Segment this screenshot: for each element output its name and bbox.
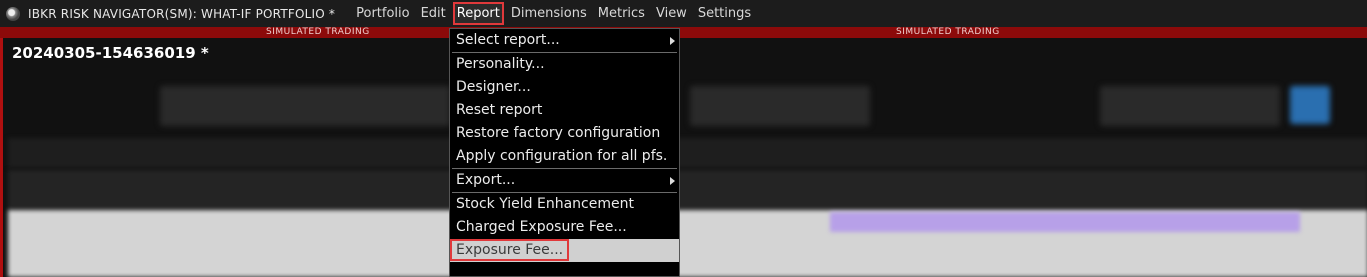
menu-item-exposure-fee[interactable]: Exposure Fee... bbox=[450, 239, 679, 262]
window-title: IBKR RISK NAVIGATOR(SM): WHAT-IF PORTFOL… bbox=[28, 6, 336, 21]
menu-item-label: Designer... bbox=[456, 79, 531, 95]
menu-dimensions[interactable]: Dimensions bbox=[508, 3, 590, 24]
menu-view[interactable]: View bbox=[653, 3, 690, 24]
menu-item-designer[interactable]: Designer... bbox=[450, 76, 679, 99]
menu-item-personality[interactable]: Personality... bbox=[450, 53, 679, 76]
menu-item-label: Export... bbox=[456, 172, 516, 188]
highlight-strip bbox=[830, 212, 1300, 232]
menu-item-charged-exposure-fee[interactable]: Charged Exposure Fee... bbox=[450, 216, 679, 239]
simulated-trading-banner: SIMULATED TRADING SIMULATED TRADING bbox=[0, 27, 1367, 38]
report-menu-dropdown: Select report... Personality... Designer… bbox=[449, 28, 680, 277]
submenu-arrow-icon bbox=[670, 177, 675, 185]
table-header bbox=[8, 170, 1367, 210]
menu-item-restore-factory[interactable]: Restore factory configuration bbox=[450, 122, 679, 145]
menu-bar: IBKR RISK NAVIGATOR(SM): WHAT-IF PORTFOL… bbox=[0, 0, 1367, 27]
menu-edit[interactable]: Edit bbox=[418, 3, 449, 24]
menu-item-select-report[interactable]: Select report... bbox=[450, 29, 679, 52]
menu-item-label: Stock Yield Enhancement bbox=[456, 196, 634, 212]
menu-item-export[interactable]: Export... bbox=[450, 169, 679, 192]
menu-item-label: Reset report bbox=[456, 102, 543, 118]
summary-block-mid bbox=[690, 86, 870, 126]
menu-item-label: Apply configuration for all pfs. bbox=[456, 148, 668, 164]
banner-label-left: SIMULATED TRADING bbox=[266, 27, 370, 37]
summary-accent bbox=[1290, 86, 1330, 124]
menu-item-label: Personality... bbox=[456, 56, 545, 72]
app-logo-icon bbox=[6, 6, 20, 21]
menu-item-stock-yield[interactable]: Stock Yield Enhancement bbox=[450, 193, 679, 216]
menu-report[interactable]: Report bbox=[452, 2, 504, 25]
banner-label-right: SIMULATED TRADING bbox=[896, 27, 1000, 37]
menu-item-label: Charged Exposure Fee... bbox=[456, 219, 627, 235]
menu-item-label: Restore factory configuration bbox=[456, 125, 661, 141]
menu-item-label: Exposure Fee... bbox=[450, 239, 570, 261]
summary-block-right bbox=[1100, 86, 1280, 126]
menu-metrics[interactable]: Metrics bbox=[595, 3, 648, 24]
menu-item-label: Select report... bbox=[456, 32, 560, 48]
submenu-arrow-icon bbox=[670, 37, 675, 45]
menu-item-apply-config[interactable]: Apply configuration for all pfs. bbox=[450, 145, 679, 168]
menu-item-reset-report[interactable]: Reset report bbox=[450, 99, 679, 122]
summary-block-left bbox=[160, 86, 450, 126]
portfolio-name: 20240305-154636019 * bbox=[12, 44, 209, 62]
menu-settings[interactable]: Settings bbox=[695, 3, 754, 24]
report-tabs bbox=[8, 138, 1367, 168]
panel-border bbox=[0, 38, 3, 277]
menu-portfolio[interactable]: Portfolio bbox=[353, 3, 412, 24]
